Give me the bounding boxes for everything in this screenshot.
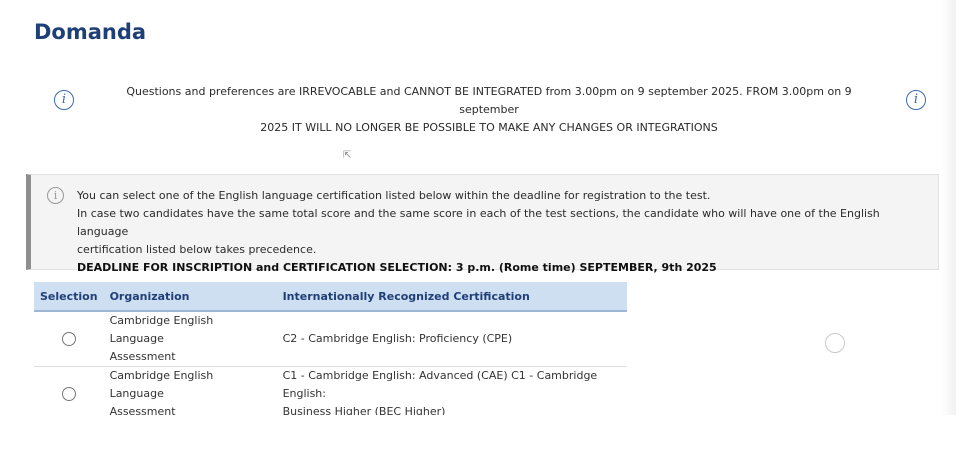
page-title: Domanda: [34, 20, 147, 44]
certification-line: C1 - Cambridge English: Advanced (CAE) C…: [282, 369, 598, 400]
right-edge-shade: [941, 0, 956, 458]
certification-cell: C2 - Cambridge English: Proficiency (CPE…: [276, 311, 627, 367]
info-text: You can select one of the English langua…: [77, 187, 927, 277]
certification-line: C2 - Cambridge English: Proficiency (CPE…: [282, 332, 513, 345]
info-line-3: certification listed below takes precede…: [77, 243, 317, 256]
certification-table: Selection Organization Internationally R…: [34, 282, 627, 422]
organization-cell: Cambridge English Language Assessment: [103, 366, 277, 422]
deadline-text: DEADLINE FOR INSCRIPTION and CERTIFICATI…: [77, 261, 717, 274]
organization-line: Cambridge English Language: [109, 369, 214, 400]
info-line-2: In case two candidates have the same tot…: [77, 207, 880, 238]
notice-line-1: Questions and preferences are IRREVOCABL…: [126, 85, 852, 116]
floating-radio[interactable]: [825, 333, 845, 353]
organization-cell: Cambridge English Language Assessment: [103, 311, 277, 367]
info-icon[interactable]: i: [906, 90, 926, 110]
info-line-1: You can select one of the English langua…: [77, 189, 711, 202]
column-header-organization: Organization: [103, 282, 277, 312]
selection-radio[interactable]: [61, 332, 76, 346]
table-row: Cambridge English Language Assessment C1…: [34, 366, 627, 422]
organization-line: Assessment: [109, 350, 176, 363]
mouse-cursor: ⇱: [343, 150, 352, 161]
info-icon: i: [47, 187, 64, 204]
bottom-blank-area: [0, 415, 956, 458]
notice-text: Questions and preferences are IRREVOCABL…: [104, 83, 874, 137]
organization-line: Cambridge English Language: [109, 314, 214, 345]
column-header-certification: Internationally Recognized Certification: [276, 282, 627, 312]
selection-radio[interactable]: [61, 387, 76, 401]
notice-line-2: 2025 IT WILL NO LONGER BE POSSIBLE TO MA…: [260, 121, 718, 134]
info-icon[interactable]: i: [54, 90, 74, 110]
irrevocable-notice: i Questions and preferences are IRREVOCA…: [34, 80, 934, 134]
selection-cell: [34, 366, 104, 422]
certification-cell: C1 - Cambridge English: Advanced (CAE) C…: [276, 366, 627, 422]
table-header-row: Selection Organization Internationally R…: [34, 282, 627, 312]
selection-cell: [34, 311, 104, 367]
table-row: Cambridge English Language Assessment C2…: [34, 311, 627, 367]
column-header-selection: Selection: [34, 282, 104, 312]
certification-info-box: i You can select one of the English lang…: [26, 174, 939, 274]
